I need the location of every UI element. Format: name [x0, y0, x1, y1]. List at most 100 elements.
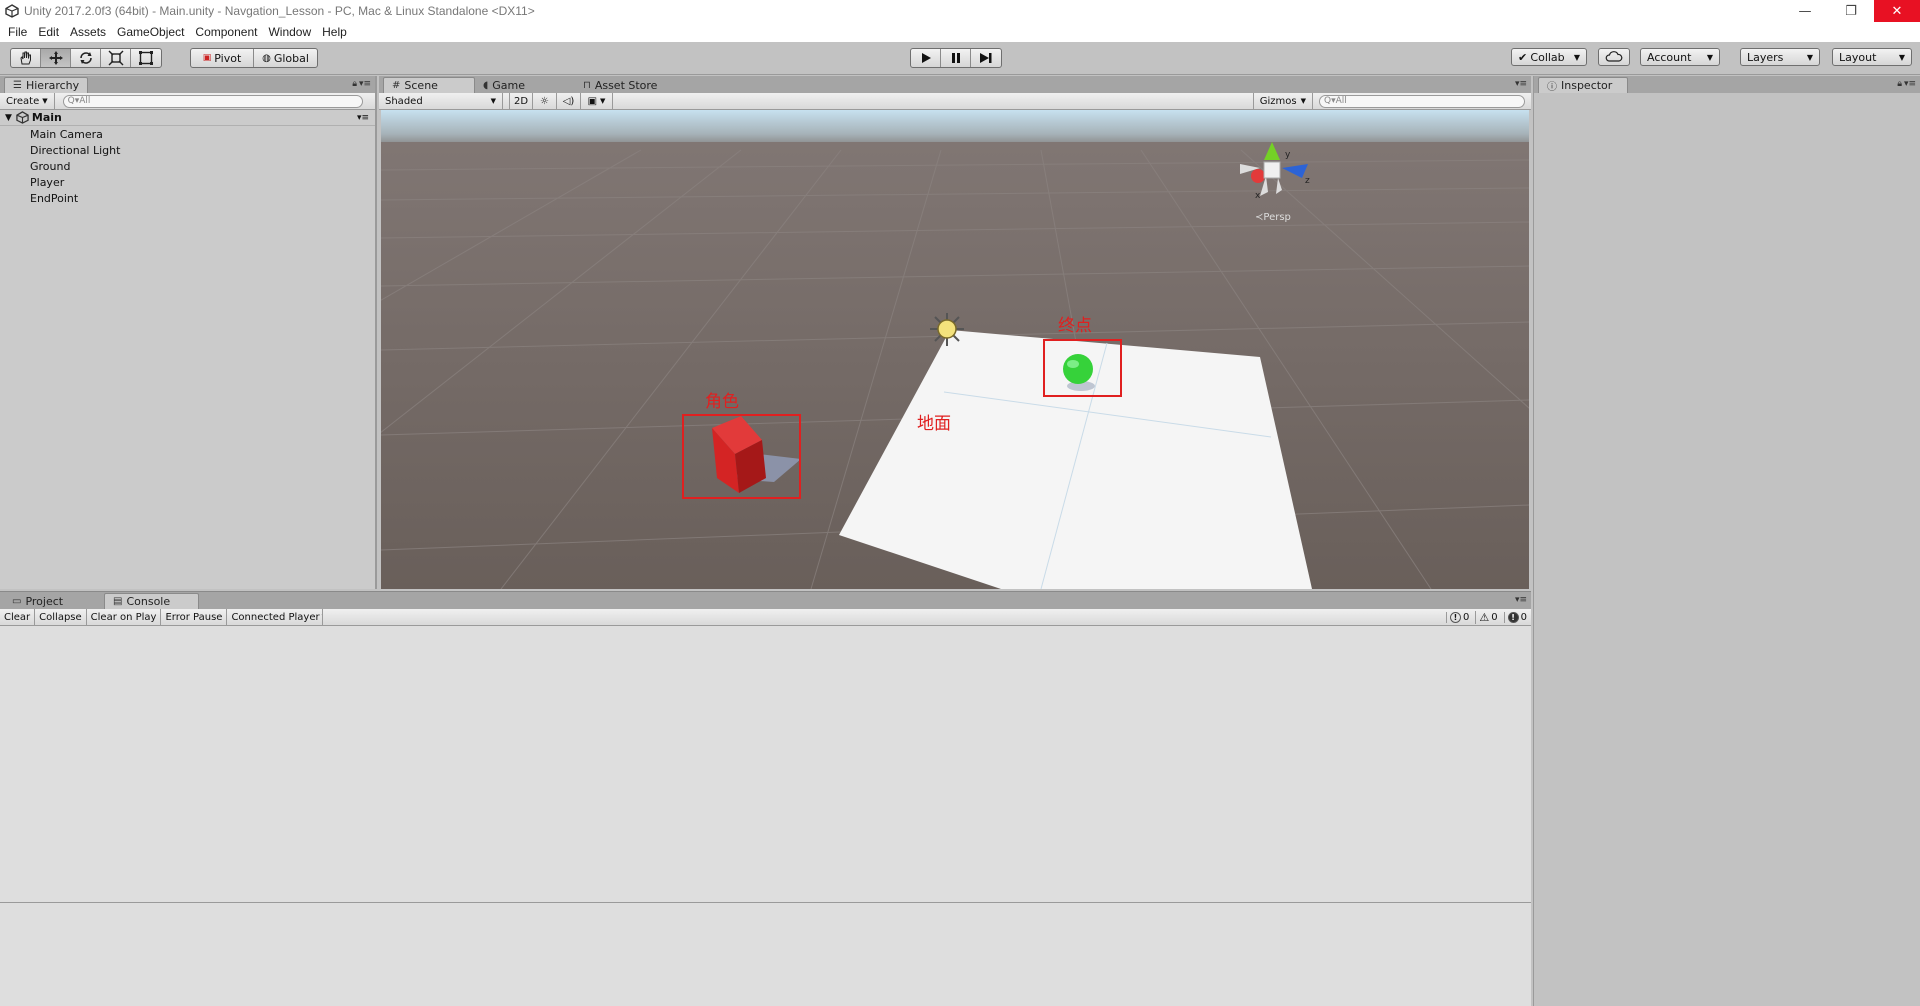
- check-icon: ✔: [1518, 50, 1528, 64]
- scene-viewport[interactable]: 角色 地面 终点 y z x ≺Persp: [381, 110, 1529, 589]
- panel-menu-icon[interactable]: ▾≡: [1904, 79, 1916, 89]
- playback-controls: [910, 48, 1002, 68]
- step-icon: [980, 53, 992, 63]
- hierarchy-search-input[interactable]: Q▾All: [62, 94, 363, 108]
- scene-root-main[interactable]: ▼ Main ▾≡: [0, 110, 375, 126]
- global-button[interactable]: ◍ Global: [254, 49, 317, 67]
- scene-options-icon[interactable]: ▾≡: [357, 113, 369, 123]
- gizmos-label: Gizmos: [1259, 95, 1297, 107]
- console-panel: ▭ Project ▤ Console ▾≡ Clear Collapse Cl…: [0, 591, 1531, 1006]
- dropdown-arrow-icon: ▼: [42, 97, 48, 105]
- dropdown-arrow-icon: ▼: [1706, 52, 1713, 62]
- menu-help[interactable]: Help: [322, 25, 347, 39]
- hierarchy-item-ground[interactable]: Ground: [30, 160, 70, 173]
- window-title: Unity 2017.2.0f3 (64bit) - Main.unity - …: [24, 4, 535, 18]
- layers-label: Layers: [1747, 50, 1784, 64]
- error-icon: !: [1507, 611, 1519, 623]
- tab-project[interactable]: ▭ Project: [4, 593, 104, 609]
- layers-dropdown[interactable]: Layers ▼: [1740, 48, 1820, 66]
- minimize-button[interactable]: —: [1782, 0, 1828, 22]
- tab-hierarchy[interactable]: ☰ Hierarchy: [4, 77, 89, 93]
- scene-tabstrip: # Scene ◖ Game ⊓ Asset Store ▾≡: [379, 76, 1531, 93]
- tab-console[interactable]: ▤ Console: [104, 593, 199, 609]
- error-count-toggle[interactable]: ! 0: [1503, 611, 1527, 623]
- clear-on-play-button[interactable]: Clear on Play: [87, 609, 162, 625]
- global-label: Global: [273, 51, 309, 65]
- tab-inspector[interactable]: ⓘ Inspector: [1538, 77, 1628, 93]
- layout-dropdown[interactable]: Layout ▼: [1832, 48, 1912, 66]
- tab-scene[interactable]: # Scene: [383, 77, 475, 93]
- collab-dropdown[interactable]: ✔ Collab ▼: [1511, 48, 1587, 66]
- rect-tool-icon[interactable]: [131, 49, 161, 67]
- sphere-endpoint: [1063, 354, 1093, 384]
- connected-player-dropdown[interactable]: Connected Player ▼: [227, 609, 324, 625]
- panel-menu-icon[interactable]: ▾≡: [1515, 79, 1527, 89]
- shading-label: Shaded: [385, 95, 423, 107]
- lock-icon[interactable]: 🔒︎: [1897, 79, 1902, 89]
- hierarchy-item-main-camera[interactable]: Main Camera: [30, 128, 103, 141]
- scene-search-input[interactable]: Q▾All: [1319, 94, 1525, 108]
- dropdown-arrow-icon: ▼: [1898, 52, 1905, 62]
- rotate-tool-icon[interactable]: [71, 49, 101, 67]
- error-pause-button[interactable]: Error Pause: [161, 609, 228, 625]
- pivot-label: Pivot: [214, 51, 242, 65]
- effects-dropdown-icon[interactable]: ▣ ▼: [581, 93, 613, 109]
- hierarchy-panel: ☰ Hierarchy 🔒︎ ▾≡ Create ▼ Q▾All ▼ Main …: [0, 76, 377, 589]
- restore-button[interactable]: ❐: [1828, 0, 1874, 22]
- shading-mode-dropdown[interactable]: Shaded ▼: [379, 93, 503, 109]
- gizmos-dropdown[interactable]: Gizmos ▼: [1252, 93, 1313, 109]
- menu-gameobject[interactable]: GameObject: [117, 25, 184, 39]
- folder-icon: ▭: [12, 595, 22, 607]
- close-button[interactable]: ✕: [1874, 0, 1920, 22]
- tab-game-label: Game: [492, 78, 526, 92]
- unity-scene-icon: [16, 111, 29, 124]
- lighting-toggle-icon[interactable]: ☼: [533, 93, 557, 109]
- info-count-toggle[interactable]: ! 0: [1446, 611, 1469, 623]
- cloud-button[interactable]: [1598, 48, 1630, 66]
- account-label: Account: [1647, 50, 1692, 64]
- pacman-icon: ◖: [483, 79, 489, 91]
- expand-arrow-icon[interactable]: ▼: [5, 113, 12, 123]
- tab-game[interactable]: ◖ Game: [475, 77, 575, 93]
- panel-menu-icon[interactable]: ▾≡: [359, 79, 371, 89]
- hierarchy-tabstrip: ☰ Hierarchy 🔒︎ ▾≡: [0, 76, 375, 93]
- menu-file[interactable]: File: [8, 25, 27, 39]
- console-detail-divider[interactable]: [0, 902, 1531, 903]
- account-dropdown[interactable]: Account ▼: [1640, 48, 1720, 66]
- annotation-endpoint-label: 终点: [1058, 316, 1092, 336]
- hand-tool-icon[interactable]: [11, 49, 41, 67]
- pause-button[interactable]: [941, 49, 971, 67]
- step-button[interactable]: [971, 49, 1001, 67]
- persp-label: Persp: [1263, 212, 1291, 223]
- 2d-toggle[interactable]: 2D: [509, 93, 533, 109]
- tab-inspector-label: Inspector: [1561, 79, 1613, 92]
- warning-icon: ⚠: [1479, 610, 1490, 624]
- console-toolbar: Clear Collapse Clear on Play Error Pause…: [0, 609, 1531, 626]
- lock-icon[interactable]: 🔒︎: [352, 79, 357, 89]
- warning-count-toggle[interactable]: ⚠ 0: [1475, 610, 1498, 624]
- scale-tool-icon[interactable]: [101, 49, 131, 67]
- menu-assets[interactable]: Assets: [70, 25, 106, 39]
- pivot-global-group: ▣ Pivot ◍ Global: [190, 48, 318, 68]
- move-tool-icon[interactable]: [41, 49, 71, 67]
- hierarchy-item-player[interactable]: Player: [30, 176, 64, 189]
- transform-tools: [10, 48, 162, 68]
- clear-button[interactable]: Clear: [0, 609, 36, 625]
- menu-window[interactable]: Window: [268, 25, 311, 39]
- hierarchy-item-endpoint[interactable]: EndPoint: [30, 192, 78, 205]
- create-dropdown[interactable]: Create ▼: [0, 93, 55, 109]
- panel-menu-icon[interactable]: ▾≡: [1515, 595, 1527, 605]
- list-icon: ☰: [13, 80, 22, 91]
- 2d-label: 2D: [513, 95, 529, 107]
- search-placeholder: Q▾All: [1324, 96, 1347, 106]
- persp-toggle[interactable]: ≺Persp: [1255, 212, 1291, 223]
- menu-edit[interactable]: Edit: [38, 25, 59, 39]
- tab-asset-store[interactable]: ⊓ Asset Store: [575, 77, 665, 93]
- play-button[interactable]: [911, 49, 941, 67]
- collapse-button[interactable]: Collapse: [35, 609, 87, 625]
- menu-component[interactable]: Component: [195, 25, 257, 39]
- audio-toggle-icon[interactable]: ◁): [557, 93, 581, 109]
- pivot-button[interactable]: ▣ Pivot: [191, 49, 254, 67]
- inspector-panel: ⓘ Inspector 🔒︎ ▾≡: [1533, 76, 1920, 1006]
- hierarchy-item-directional-light[interactable]: Directional Light: [30, 144, 120, 157]
